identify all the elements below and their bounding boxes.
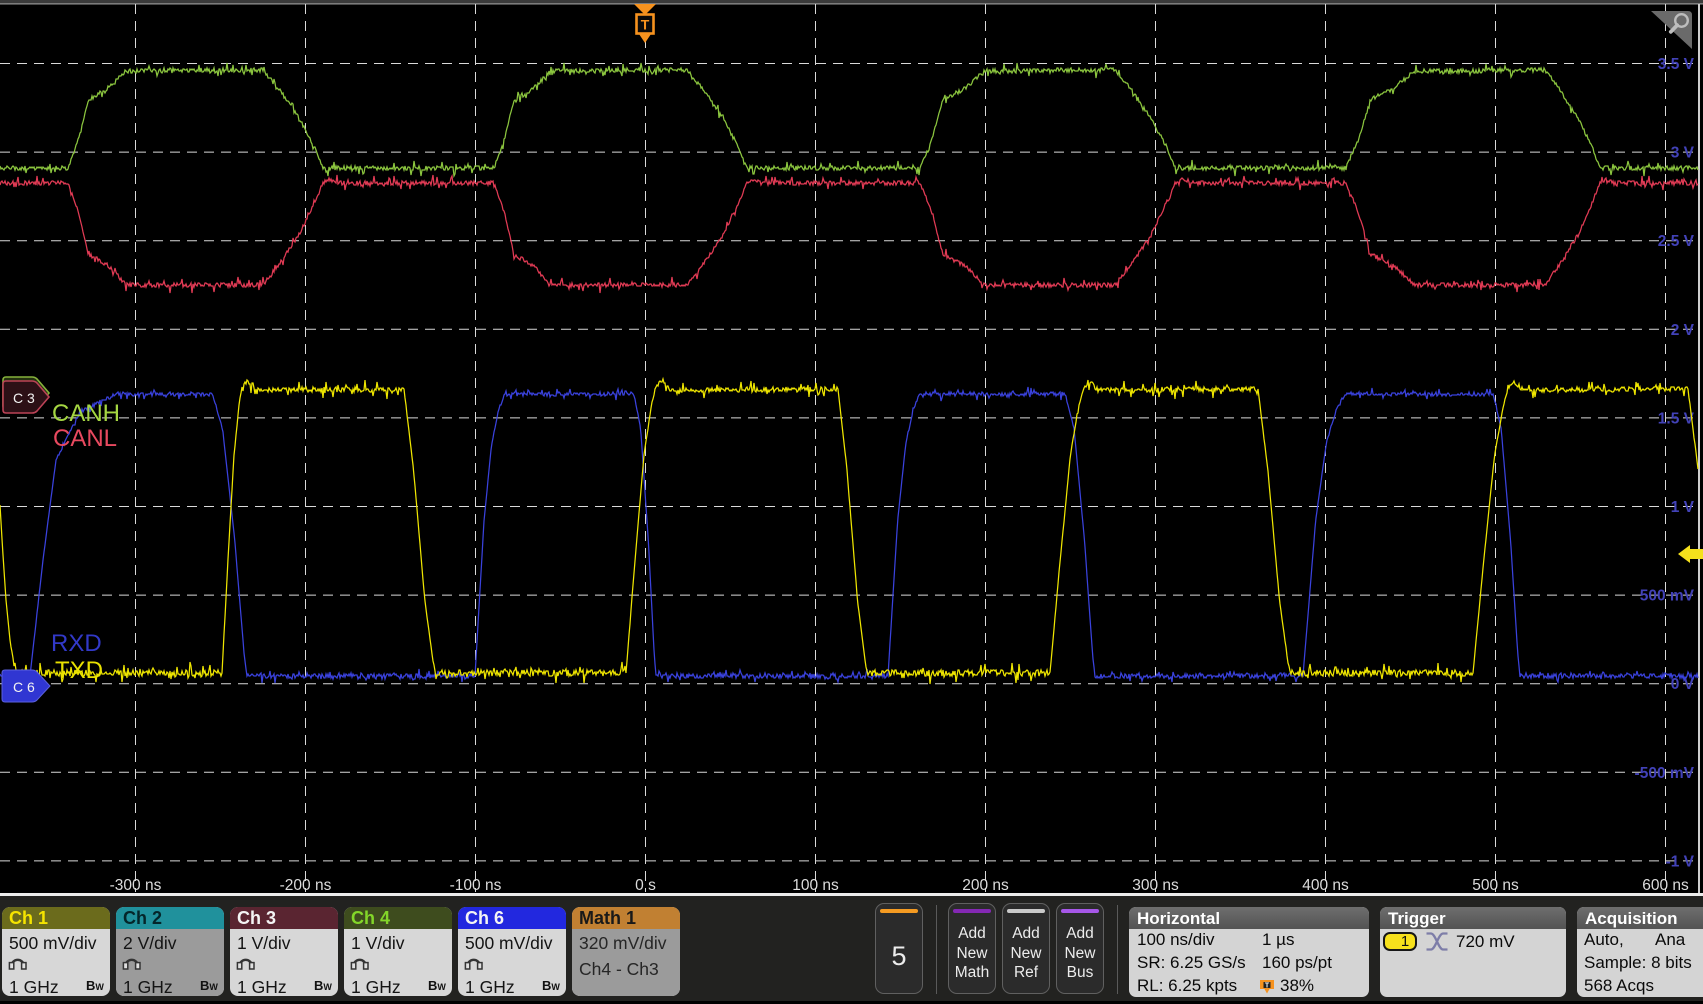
svg-text:T: T [1265,983,1270,990]
svg-text:CANL: CANL [53,425,117,452]
svg-text:2.5 V: 2.5 V [1658,233,1695,250]
svg-text:100 ns: 100 ns [792,877,839,894]
svg-text:600 ns: 600 ns [1642,877,1689,894]
svg-text:1.5 V: 1.5 V [1658,410,1695,427]
svg-text:2 V: 2 V [1671,322,1695,339]
svg-text:500 ns: 500 ns [1472,877,1519,894]
svg-text:-300 ns: -300 ns [110,877,162,894]
svg-text:300 ns: 300 ns [1132,877,1179,894]
svg-text:0 s: 0 s [635,877,656,894]
svg-text:1 V: 1 V [1671,499,1695,516]
svg-text:C 3: C 3 [13,390,35,406]
svg-text:C 6: C 6 [13,679,35,695]
svg-text:-100 ns: -100 ns [450,877,502,894]
svg-text:-500 mV: -500 mV [1635,765,1695,782]
svg-text:T: T [641,17,650,33]
svg-text:RXD: RXD [51,630,102,657]
svg-text:3 V: 3 V [1671,145,1695,162]
svg-text:CANH: CANH [52,400,120,427]
svg-text:-1 V: -1 V [1666,853,1695,870]
svg-text:TXD: TXD [55,657,103,684]
svg-text:-200 ns: -200 ns [280,877,332,894]
svg-text:200 ns: 200 ns [962,877,1009,894]
svg-text:500 mV: 500 mV [1640,588,1695,605]
svg-text:400 ns: 400 ns [1302,877,1349,894]
svg-text:3.5 V: 3.5 V [1658,56,1695,73]
svg-text:0 V: 0 V [1671,676,1695,693]
